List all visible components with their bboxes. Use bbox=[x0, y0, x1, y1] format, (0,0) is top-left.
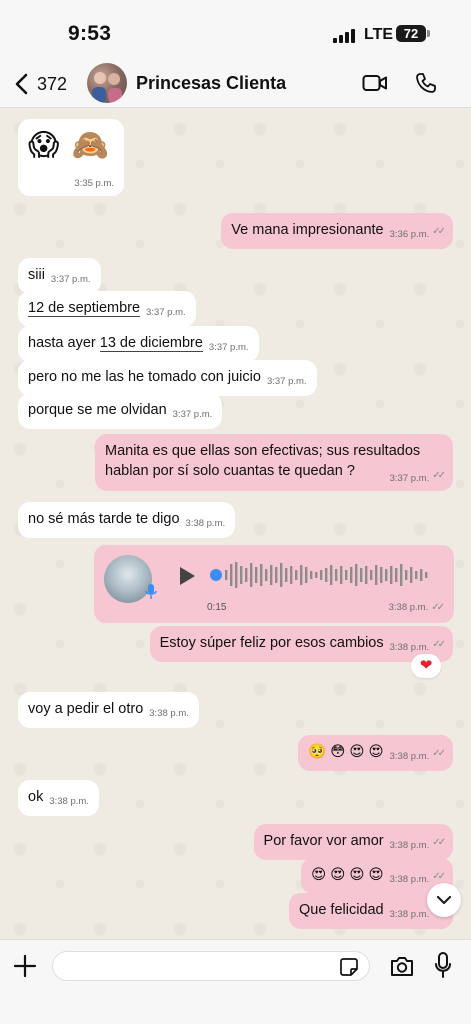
status-bar: 9:53 LTE 72 bbox=[0, 0, 471, 60]
message-time: 3:37 p.m. bbox=[50, 274, 91, 285]
chevron-down-icon bbox=[436, 895, 452, 905]
battery-icon: 72 bbox=[396, 25, 426, 42]
message-bubble-in[interactable]: voy a pedir el otro 3:38 p.m. bbox=[18, 692, 199, 728]
message-time: 3:37 p.m. bbox=[266, 376, 307, 387]
read-ticks-icon: ✓✓ bbox=[432, 470, 446, 481]
message-time: 3:37 p.m. bbox=[172, 409, 213, 420]
message-time: 3:38 p.m. bbox=[49, 796, 89, 807]
read-ticks-icon: ✓✓ bbox=[431, 602, 445, 613]
waveform[interactable] bbox=[225, 560, 435, 590]
message-time: 3:38 p.m. bbox=[389, 909, 430, 920]
message-time: 3:35 p.m. bbox=[74, 178, 114, 189]
message-text: porque se me olvidan bbox=[28, 402, 167, 418]
message-composer bbox=[0, 939, 471, 1024]
message-bubble-in[interactable]: ok 3:38 p.m. bbox=[18, 780, 99, 816]
message-bubble-in[interactable]: hasta ayer 13 de diciembre 3:37 p.m. bbox=[18, 326, 259, 362]
message-time: 3:36 p.m. bbox=[389, 229, 430, 240]
message-bubble-out[interactable]: 🥺 😳 😍 😍 3:38 p.m. ✓✓ bbox=[298, 735, 453, 771]
message-bubble-in[interactable]: siii 3:37 p.m. bbox=[18, 258, 101, 294]
video-camera-icon[interactable] bbox=[362, 73, 388, 93]
message-bubble-in[interactable]: 12 de septiembre 3:37 p.m. bbox=[18, 291, 196, 327]
message-text: hasta ayer bbox=[28, 335, 100, 351]
microphone-icon bbox=[145, 584, 157, 599]
message-text: Que felicidad bbox=[298, 902, 384, 918]
message-bubble-in[interactable]: no sé más tarde te digo 3:38 p.m. bbox=[18, 502, 236, 538]
message-time: 3:37 p.m. bbox=[389, 473, 430, 484]
message-text: pero no me las he tomado con juicio bbox=[28, 369, 261, 385]
chat-area[interactable]: 😱 🙈 3:35 p.m. Ve mana impresionante 3:36 … bbox=[0, 109, 471, 939]
message-time: 3:38 p.m. bbox=[389, 874, 430, 885]
message-bubble-in[interactable]: pero no me las he tomado con juicio 3:37 … bbox=[18, 360, 317, 396]
message-time: 3:38 p.m. bbox=[185, 518, 226, 529]
voice-duration: 0:15 bbox=[207, 602, 227, 613]
message-bubble-in[interactable]: 😱 🙈 3:35 p.m. bbox=[18, 119, 124, 196]
read-ticks-icon: ✓✓ bbox=[432, 226, 446, 237]
message-time: 3:38 p.m. bbox=[388, 602, 429, 613]
message-text-line: hablan por sí solo cuantas te quedan ? bbox=[105, 463, 355, 479]
battery-tip bbox=[427, 30, 430, 37]
message-time: 3:38 p.m. bbox=[389, 642, 430, 653]
network-label: LTE bbox=[364, 26, 394, 43]
playback-position-dot[interactable] bbox=[210, 569, 222, 581]
unread-count[interactable]: 372 bbox=[37, 74, 67, 95]
message-text: siii bbox=[28, 267, 45, 283]
message-time: 3:38 p.m. bbox=[149, 708, 189, 719]
plus-icon[interactable] bbox=[13, 954, 37, 978]
phone-icon[interactable] bbox=[414, 71, 438, 95]
message-text: Por favor vor amor bbox=[263, 833, 384, 849]
chat-header: 372 Princesas Clienta bbox=[0, 60, 471, 108]
message-time: 3:37 p.m. bbox=[208, 342, 249, 353]
camera-icon[interactable] bbox=[389, 954, 415, 978]
message-time: 3:38 p.m. bbox=[389, 840, 430, 851]
read-ticks-icon: ✓✓ bbox=[432, 837, 446, 848]
emoji-message: 🥺 😳 😍 😍 bbox=[308, 744, 384, 760]
message-bubble-in[interactable]: porque se me olvidan 3:37 p.m. bbox=[18, 393, 223, 429]
scroll-down-button[interactable] bbox=[427, 883, 461, 917]
contact-avatar[interactable] bbox=[87, 63, 127, 103]
message-bubble-out[interactable]: Por favor vor amor 3:38 p.m. ✓✓ bbox=[253, 824, 453, 860]
emoji-message: 😱 🙈 bbox=[28, 129, 111, 162]
microphone-icon[interactable] bbox=[434, 951, 452, 979]
message-bubble-out[interactable]: Ve mana impresionante 3:36 p.m. ✓✓ bbox=[221, 213, 453, 249]
date-link[interactable]: 12 de septiembre bbox=[28, 300, 141, 317]
message-text: no sé más tarde te digo bbox=[28, 511, 180, 527]
message-text: Estoy súper feliz por esos cambios bbox=[159, 635, 384, 651]
read-ticks-icon: ✓✓ bbox=[432, 748, 446, 759]
message-text: ok bbox=[28, 789, 44, 805]
sticker-icon[interactable] bbox=[339, 957, 359, 977]
play-icon[interactable] bbox=[178, 566, 196, 586]
message-bubble-out[interactable]: Estoy súper feliz por esos cambios 3:38 p… bbox=[149, 626, 453, 662]
contact-name[interactable]: Princesas Clienta bbox=[136, 73, 286, 94]
chevron-left-icon[interactable] bbox=[12, 72, 32, 96]
message-text-line: Manita es que ellas son efectivas; sus r… bbox=[105, 443, 421, 459]
heart-reaction-icon[interactable]: ❤ bbox=[411, 654, 441, 678]
message-time: 3:37 p.m. bbox=[146, 307, 186, 318]
read-ticks-icon: ✓✓ bbox=[432, 871, 446, 882]
date-link[interactable]: 13 de diciembre bbox=[99, 335, 203, 352]
message-text: voy a pedir el otro bbox=[28, 701, 144, 717]
message-time: 3:38 p.m. bbox=[389, 751, 430, 762]
read-ticks-icon: ✓✓ bbox=[432, 639, 446, 650]
voice-message[interactable]: 0:15 3:38 p.m. ✓✓ bbox=[94, 545, 454, 623]
message-bubble-out[interactable]: Manita es que ellas son efectivas; sus r… bbox=[95, 434, 453, 491]
emoji-message: 😍 😍 😍 😍 bbox=[311, 867, 384, 883]
message-text: Ve mana impresionante bbox=[231, 222, 384, 238]
message-input[interactable] bbox=[52, 951, 370, 981]
status-time: 9:53 bbox=[68, 22, 112, 45]
signal-icon bbox=[333, 28, 355, 43]
